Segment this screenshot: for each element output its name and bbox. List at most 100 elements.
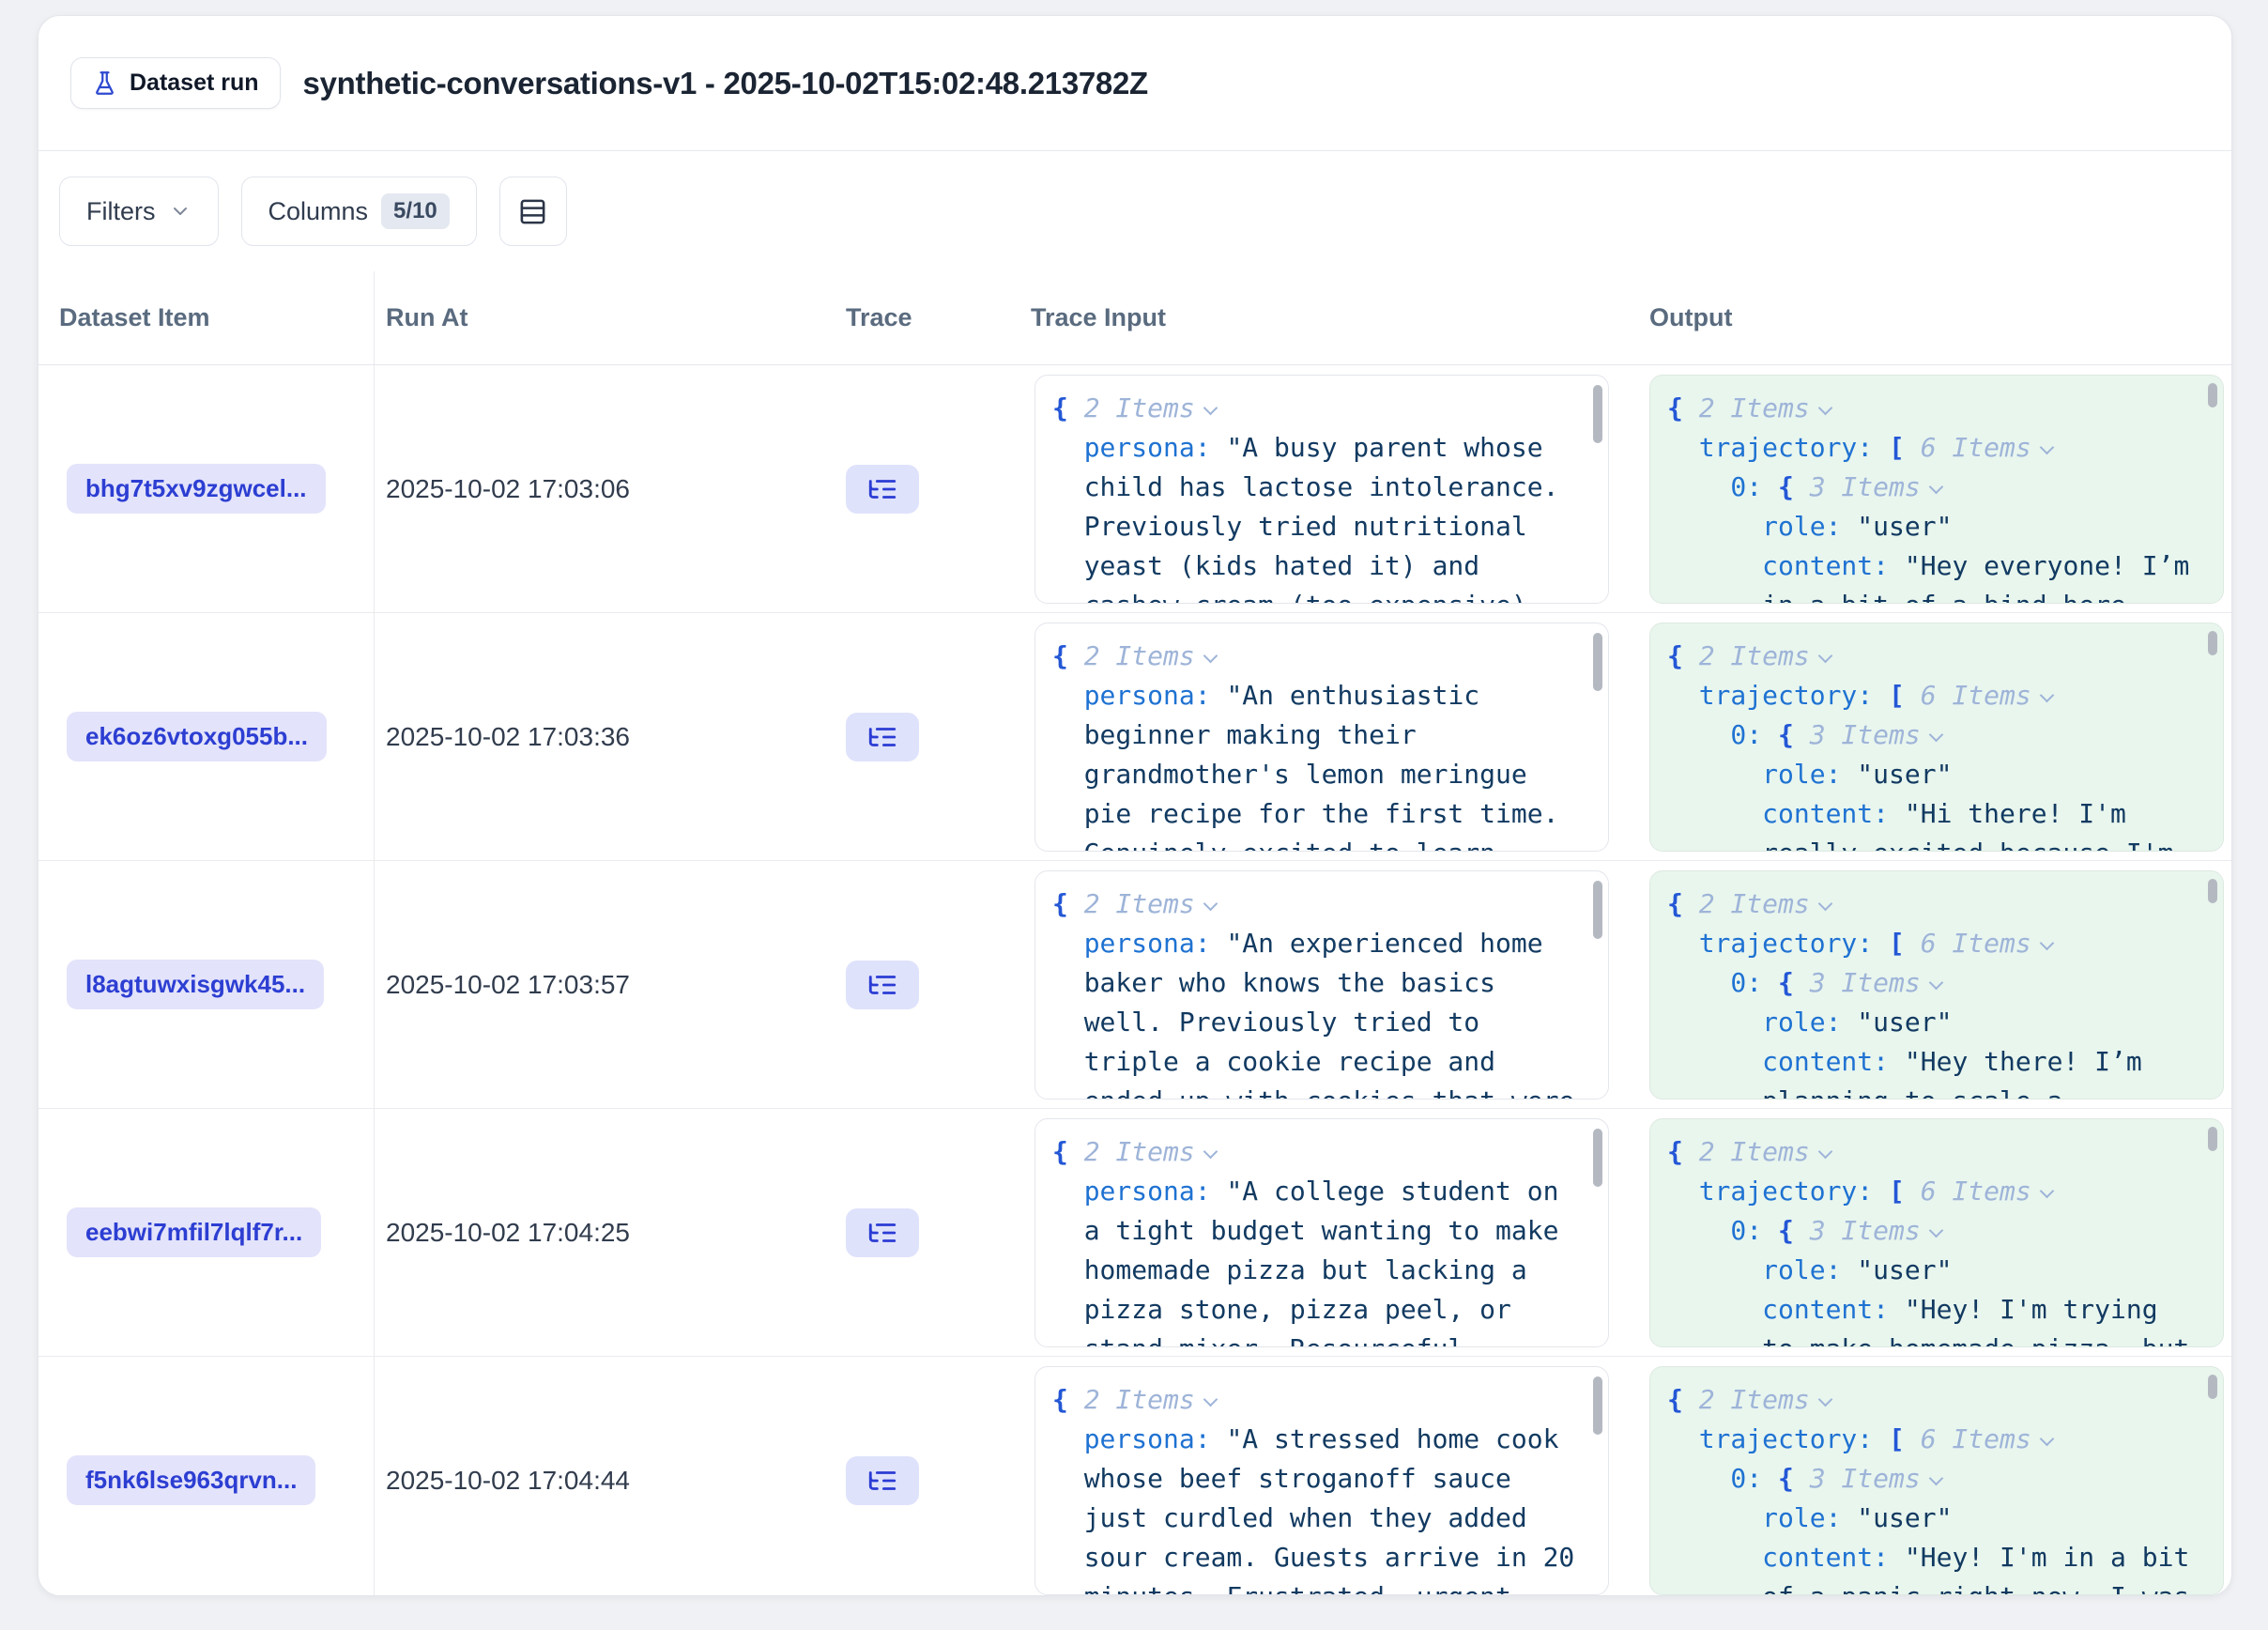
json-index-line: 0 3 Items: [1667, 963, 2196, 1003]
collapse-toggle[interactable]: 2 Items: [1084, 1384, 1216, 1415]
rows-icon: [518, 197, 547, 226]
json-trajectory-line: trajectory 6 Items: [1667, 1172, 2196, 1211]
run-at-value: 2025-10-02 17:04:25: [386, 1218, 630, 1248]
collapse-toggle[interactable]: 2 Items: [1084, 1136, 1216, 1167]
json-persona-line: persona"An enthusiastic beginner making …: [1052, 676, 1581, 852]
collapse-toggle[interactable]: 6 Items: [1921, 432, 2052, 463]
scrollbar-thumb[interactable]: [1593, 881, 1602, 939]
columns-button[interactable]: Columns 5/10: [241, 177, 477, 246]
collapse-toggle[interactable]: 6 Items: [1921, 928, 2052, 959]
scrollbar-thumb[interactable]: [1593, 385, 1602, 443]
json-content-line: content"Hi there! I'm really excited bec…: [1667, 794, 2196, 852]
trace-button[interactable]: [846, 713, 919, 761]
column-header-output: Output: [1634, 303, 2231, 332]
scrollbar-thumb[interactable]: [2208, 1375, 2217, 1399]
dataset-item-badge[interactable]: ek6oz6vtoxg055b...: [67, 712, 327, 761]
run-at-value: 2025-10-02 17:04:44: [386, 1466, 630, 1496]
scrollbar-thumb[interactable]: [2208, 1127, 2217, 1151]
json-key: role: [1762, 1254, 1857, 1285]
json-key: content: [1762, 1294, 1905, 1325]
collapse-toggle[interactable]: 3 Items: [1810, 1215, 1941, 1246]
dataset-run-badge-label: Dataset run: [130, 69, 259, 97]
trace-input-cell[interactable]: 2 Items persona"A busy parent whose chil…: [1034, 375, 1609, 604]
scrollbar-thumb[interactable]: [2208, 383, 2217, 408]
json-index-line: 0 3 Items: [1667, 1459, 2196, 1499]
collapse-toggle[interactable]: 3 Items: [1810, 471, 1941, 502]
json-key: role: [1762, 511, 1857, 542]
bracket-open: [1889, 1423, 1921, 1454]
collapse-toggle[interactable]: 2 Items: [1699, 1136, 1831, 1167]
brace-open: [1052, 888, 1084, 919]
collapse-toggle[interactable]: 2 Items: [1084, 392, 1216, 423]
json-key: persona: [1084, 1176, 1227, 1207]
output-cell[interactable]: 2 Items trajectory6 Items 03 Items role"…: [1649, 1118, 2224, 1347]
json-index: 0: [1730, 1463, 1778, 1494]
json-root-line: 2 Items: [1052, 1380, 1581, 1420]
collapse-toggle[interactable]: 2 Items: [1084, 888, 1216, 919]
card-header: Dataset run synthetic-conversations-v1 -…: [38, 16, 2231, 151]
json-key: trajectory: [1699, 1176, 1889, 1207]
json-index: 0: [1730, 471, 1778, 502]
json-index: 0: [1730, 967, 1778, 998]
json-value: "user": [1857, 759, 1952, 790]
trace-input-cell[interactable]: 2 Items persona"A college student on a t…: [1034, 1118, 1609, 1347]
collapse-toggle[interactable]: 2 Items: [1699, 888, 1831, 919]
collapse-toggle[interactable]: 6 Items: [1921, 680, 2052, 711]
list-tree-icon: [866, 473, 898, 505]
json-trajectory-line: trajectory 6 Items: [1667, 1420, 2196, 1459]
list-tree-icon: [866, 721, 898, 753]
output-cell[interactable]: 2 Items trajectory6 Items 03 Items role"…: [1649, 623, 2224, 852]
trace-button[interactable]: [846, 1456, 919, 1505]
json-content-line: content"Hey everyone! I’m in a bit of a …: [1667, 546, 2196, 604]
trace-button[interactable]: [846, 465, 919, 514]
dataset-item-badge[interactable]: bhg7t5xv9zgwcel...: [67, 464, 326, 514]
json-key: trajectory: [1699, 1423, 1889, 1454]
json-root-line: 2 Items: [1667, 1380, 2196, 1420]
page-title: synthetic-conversations-v1 - 2025-10-02T…: [303, 66, 1148, 101]
collapse-toggle[interactable]: 3 Items: [1810, 719, 1941, 750]
scrollbar-thumb[interactable]: [2208, 631, 2217, 655]
scrollbar-thumb[interactable]: [1593, 633, 1602, 691]
scrollbar-thumb[interactable]: [2208, 879, 2217, 903]
trace-button[interactable]: [846, 1208, 919, 1257]
filters-button[interactable]: Filters: [59, 177, 219, 246]
output-cell[interactable]: 2 Items trajectory6 Items 03 Items role"…: [1649, 1366, 2224, 1595]
json-root-line: 2 Items: [1052, 637, 1581, 676]
collapse-toggle[interactable]: 6 Items: [1921, 1423, 2052, 1454]
json-key: content: [1762, 1046, 1905, 1077]
list-tree-icon: [866, 1217, 898, 1249]
collapse-toggle[interactable]: 3 Items: [1810, 1463, 1941, 1494]
trace-input-cell[interactable]: 2 Items persona"An enthusiastic beginner…: [1034, 623, 1609, 852]
collapse-toggle[interactable]: 6 Items: [1921, 1176, 2052, 1207]
output-cell[interactable]: 2 Items trajectory6 Items 03 Items role"…: [1649, 870, 2224, 1099]
trace-input-cell[interactable]: 2 Items persona"An experienced home bake…: [1034, 870, 1609, 1099]
json-role-line: role"user": [1667, 507, 2196, 546]
bracket-open: [1889, 928, 1921, 959]
output-cell[interactable]: 2 Items trajectory6 Items 03 Items role"…: [1649, 375, 2224, 604]
dataset-item-badge[interactable]: eebwi7mfil7lqlf7r...: [67, 1207, 321, 1257]
json-trajectory-line: trajectory6 Items: [1667, 924, 2196, 963]
row-height-button[interactable]: [499, 177, 567, 246]
json-value: "user": [1857, 1254, 1952, 1285]
collapse-toggle[interactable]: 2 Items: [1084, 640, 1216, 671]
chevron-down-icon: [169, 200, 192, 223]
table-header-row: Dataset Item Run At Trace Trace Input Ou…: [38, 271, 2231, 365]
scrollbar-thumb[interactable]: [1593, 1129, 1602, 1187]
scrollbar-thumb[interactable]: [1593, 1376, 1602, 1435]
dataset-item-badge[interactable]: f5nk6lse963qrvn...: [67, 1455, 315, 1505]
dataset-item-badge[interactable]: l8agtuwxisgwk45...: [67, 960, 324, 1009]
json-value: "user": [1857, 1502, 1952, 1533]
collapse-toggle[interactable]: 3 Items: [1810, 967, 1941, 998]
brace-open: [1052, 640, 1084, 671]
collapse-toggle[interactable]: 2 Items: [1699, 392, 1831, 423]
json-root-line: 2 Items: [1052, 1132, 1581, 1172]
collapse-toggle[interactable]: 2 Items: [1699, 640, 1831, 671]
brace-open: [1778, 471, 1810, 502]
run-at-value: 2025-10-02 17:03:36: [386, 722, 630, 752]
trace-input-cell[interactable]: 2 Items persona"A stressed home cook who…: [1034, 1366, 1609, 1595]
run-at-value: 2025-10-02 17:03:57: [386, 970, 630, 1000]
json-root-line: 2 Items: [1052, 884, 1581, 924]
collapse-toggle[interactable]: 2 Items: [1699, 1384, 1831, 1415]
trace-button[interactable]: [846, 961, 919, 1009]
json-content-line: content"Hey! I'm trying to make homemade…: [1667, 1290, 2196, 1347]
